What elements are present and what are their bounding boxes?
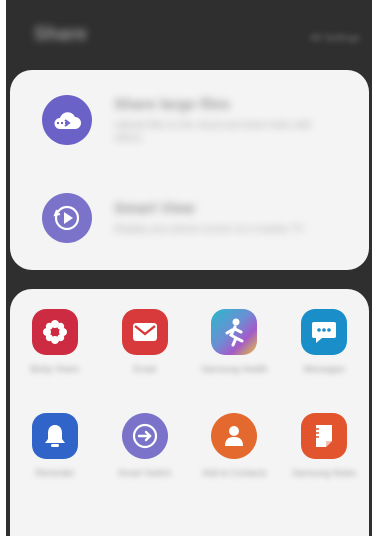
app-samsung-health[interactable]: Samsung Health [190, 309, 280, 399]
app-bixby-vision[interactable]: Bixby Vision [10, 309, 100, 399]
app-label: Add to Contacts [202, 468, 267, 478]
share-header: Share All Settings [6, 0, 372, 64]
app-label: Samsung Notes [292, 468, 357, 478]
app-label: Reminder [35, 468, 75, 478]
app-label: Email [133, 364, 156, 374]
bell-icon [31, 413, 78, 459]
smart-view-option[interactable]: Smart View Display your phone screen on … [10, 178, 369, 258]
app-reminder[interactable]: Reminder [10, 413, 100, 503]
option-title: Smart View [114, 200, 195, 217]
app-grid: Bixby Vision Email Samsung Health Messag… [10, 309, 369, 503]
share-large-files-option[interactable]: Share large files Upload files to the cl… [10, 80, 369, 160]
settings-link[interactable]: All Settings [310, 33, 360, 44]
app-add-contact[interactable]: Add to Contacts [190, 413, 280, 503]
cloud-upload-icon [42, 95, 92, 145]
health-runner-icon [211, 309, 258, 355]
app-label: Messages [303, 364, 345, 374]
share-sheet: Share All Settings Share large files Upl… [6, 0, 372, 536]
app-email[interactable]: Email [100, 309, 190, 399]
share-options-card: Share large files Upload files to the cl… [10, 70, 369, 270]
chat-bubble-icon [301, 309, 348, 355]
smart-view-icon [42, 193, 92, 243]
share-title: Share [34, 24, 87, 45]
app-label: Samsung Health [201, 364, 268, 374]
app-smart-switch[interactable]: Smart Switch [100, 413, 190, 503]
contact-icon [211, 413, 258, 459]
flower-icon [31, 309, 78, 355]
apps-card: Bixby Vision Email Samsung Health Messag… [10, 289, 369, 536]
switch-arrow-icon [121, 413, 168, 459]
app-label: Smart Switch [118, 468, 172, 478]
option-description: Display your phone screen on a nearby TV [114, 224, 304, 235]
note-icon [301, 413, 348, 459]
app-label: Bixby Vision [30, 364, 80, 374]
app-samsung-notes[interactable]: Samsung Notes [279, 413, 369, 503]
option-description: Upload files to the cloud and share link… [114, 119, 312, 144]
envelope-icon [121, 309, 168, 355]
option-title: Share large files [114, 95, 230, 113]
app-messages[interactable]: Messages [279, 309, 369, 399]
